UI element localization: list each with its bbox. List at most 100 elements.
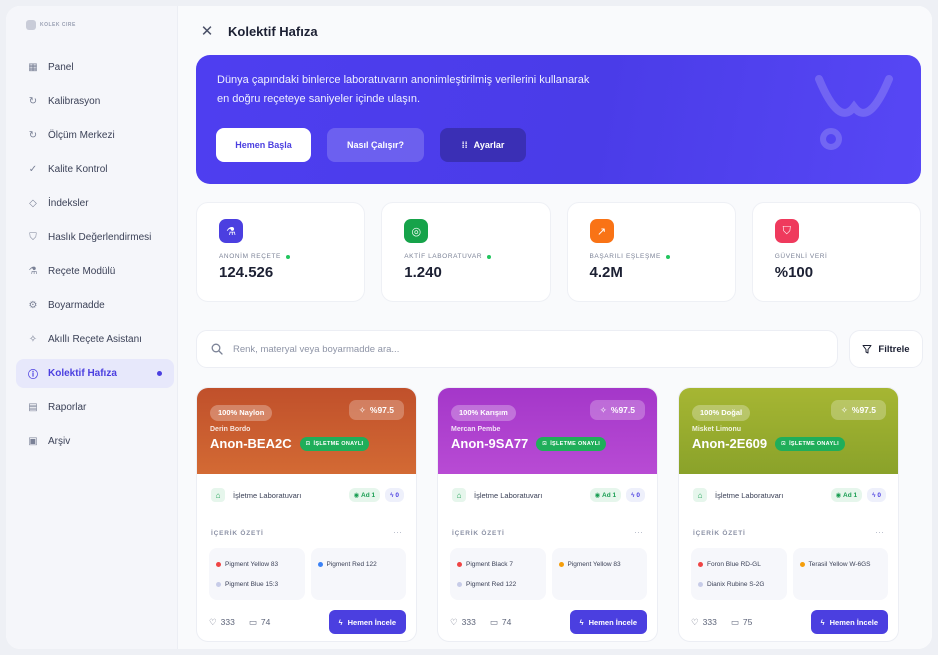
live-dot: [665, 254, 670, 259]
sidebar-item-0[interactable]: ▦ Panel: [16, 53, 174, 82]
recipe-card[interactable]: 100% Karışım ✧ %97.5 Mercan Pembe Anon-9S…: [437, 387, 658, 642]
sidebar-item-6[interactable]: ⚗ Reçete Modülü: [16, 257, 174, 286]
stat-icon: ⚗: [219, 219, 243, 243]
comments[interactable]: ▭ 75: [731, 617, 753, 628]
sidebar-item-9[interactable]: ⓘ Kolektif Hafıza: [16, 359, 174, 388]
comments-count: 75: [742, 617, 753, 627]
pigment-dot: [216, 561, 221, 567]
stat-label-row: GÜVENLİ VERİ: [775, 253, 898, 260]
comments[interactable]: ▭ 74: [490, 617, 512, 628]
match-badge: ✧ %97.5: [348, 400, 404, 420]
hero-line-1: Dünya çapındaki binlerce laboratuvarın a…: [217, 74, 590, 86]
card-title-row: Anon-BEA2C ⊡ İŞLETME ONAYLI: [210, 436, 403, 451]
pigment-box: Pigment Black 7 Pigment Red 122: [450, 548, 546, 600]
stat-label: ANONİM REÇETE: [219, 253, 281, 260]
count-tag: ϟ 0: [867, 488, 886, 502]
recipe-card[interactable]: 100% Naylon ✧ %97.5 Derin Bordo Anon-BEA2…: [196, 387, 417, 642]
pigment-item: Pigment Yellow 83: [216, 554, 298, 574]
count-tag: ϟ 0: [385, 488, 404, 502]
sidebar-item-2[interactable]: ↻ Ölçüm Merkezi: [16, 121, 174, 150]
inspect-button[interactable]: ϟ Hemen İncele: [569, 610, 647, 634]
pigment-dot: [457, 581, 462, 587]
sidebar-item-label: Panel: [48, 62, 74, 73]
pigment-name: Pigment Blue 15:3: [225, 580, 279, 588]
search-bar[interactable]: [196, 330, 838, 368]
stat-label: AKTİF LABORATUVAR: [404, 253, 483, 260]
inspect-label: Hemen İncele: [347, 617, 396, 627]
verified-label: İŞLETME ONAYLI: [550, 440, 601, 447]
active-indicator: [157, 371, 162, 376]
pigment-box: Foron Blue RD-GL Dianix Rubine S-2G: [691, 548, 787, 600]
card-footer: ♡ 333 ▭ 74 ϟ Hemen İncele: [450, 610, 647, 634]
stat-card: ⚗ ANONİM REÇETE 124.526: [196, 202, 366, 302]
pigment-name: Dianix Rubine S-2G: [707, 580, 765, 588]
page-title: Kolektif Hafıza: [228, 23, 318, 39]
sparkle-icon: ✧: [840, 404, 848, 415]
match-value: %97.5: [851, 405, 876, 415]
verified-badge: ⊡ İŞLETME ONAYLI: [299, 436, 370, 451]
bolt-icon: ϟ: [338, 617, 343, 627]
how-it-works-button[interactable]: Nasıl Çalışır?: [327, 128, 424, 162]
sparkle-icon: ✧: [358, 404, 366, 415]
inspect-button[interactable]: ϟ Hemen İncele: [810, 610, 888, 634]
pigment-box: Pigment Yellow 83: [551, 548, 647, 600]
bolt-icon: ϟ: [820, 617, 825, 627]
likes[interactable]: ♡ 333: [209, 617, 235, 628]
sidebar-item-5[interactable]: ⛉ Haslık Değerlendirmesi: [16, 223, 174, 252]
comment-icon: ▭: [489, 616, 498, 627]
likes[interactable]: ♡ 333: [691, 617, 717, 628]
color-name: Misket Limonu: [692, 426, 742, 433]
pigment-dot: [698, 561, 703, 567]
lab-row: ⌂ İşletme Laboratuvarı ◉ Ad 1 ϟ 0: [211, 488, 404, 502]
count-tag-value: 0: [395, 491, 399, 499]
inspect-button[interactable]: ϟ Hemen İncele: [328, 610, 406, 634]
comment-icon: ▭: [730, 616, 739, 627]
logo-mark: [26, 20, 36, 30]
close-icon[interactable]: ✕: [200, 22, 214, 40]
card-header: 100% Karışım ✧ %97.5 Mercan Pembe Anon-9S…: [438, 388, 657, 474]
hero-actions: Hemen Başla Nasıl Çalışır? ⁞⁞ Ayarlar: [216, 128, 526, 162]
match-badge: ✧ %97.5: [830, 400, 886, 420]
hero-banner: Dünya çapındaki binlerce laboratuvarın a…: [196, 55, 921, 184]
sidebar-item-7[interactable]: ⚙ Boyarmadde: [16, 291, 174, 320]
settings-button[interactable]: ⁞⁞ Ayarlar: [440, 128, 526, 162]
sidebar-item-11[interactable]: ▣ Arşiv: [16, 427, 174, 456]
stat-card: ⛉ GÜVENLİ VERİ %100: [751, 202, 921, 302]
stat-label-row: ANONİM REÇETE: [219, 253, 342, 260]
lab-icon: ⌂: [693, 488, 707, 502]
filter-button[interactable]: Filtrele: [849, 330, 923, 368]
sidebar-item-10[interactable]: ▤ Raporlar: [16, 393, 174, 422]
sidebar-item-label: Kolektif Hafıza: [48, 368, 117, 379]
card-header: 100% Naylon ✧ %97.5 Derin Bordo Anon-BEA2…: [197, 388, 416, 474]
pigment-item: Pigment Black 7: [457, 554, 539, 574]
recipe-card[interactable]: 100% Doğal ✧ %97.5 Misket Limonu Anon-2E6…: [678, 387, 899, 642]
sidebar-item-label: Reçete Modülü: [48, 266, 116, 277]
likes[interactable]: ♡ 333: [450, 617, 476, 628]
comments-count: 74: [260, 617, 271, 627]
pigment-summary: Pigment Black 7 Pigment Red 122 Pigment Y…: [450, 548, 647, 600]
more-icon[interactable]: ···: [393, 527, 402, 537]
start-button[interactable]: Hemen Başla: [216, 128, 311, 162]
more-icon[interactable]: ···: [875, 527, 884, 537]
hero-line-2: en doğru reçeteye saniyeler içinde ulaşı…: [217, 93, 421, 105]
comments-count: 74: [501, 617, 512, 627]
sidebar-item-4[interactable]: ◇ İndeksler: [16, 189, 174, 218]
card-footer: ♡ 333 ▭ 74 ϟ Hemen İncele: [209, 610, 406, 634]
comments[interactable]: ▭ 74: [249, 617, 271, 628]
sidebar-item-3[interactable]: ✓ Kalite Kontrol: [16, 155, 174, 184]
stat-label: GÜVENLİ VERİ: [774, 253, 828, 260]
archive-icon: ▣: [28, 436, 38, 447]
stat-value: %100: [774, 264, 814, 281]
more-icon[interactable]: ···: [634, 527, 643, 537]
heart-icon: ♡: [691, 616, 699, 627]
sidebar-item-1[interactable]: ↻ Kalibrasyon: [16, 87, 174, 116]
material-badge: 100% Karışım: [451, 405, 516, 421]
sidebar-item-8[interactable]: ✧ Akıllı Reçete Asistanı: [16, 325, 174, 354]
section-title: İÇERİK ÖZETİ: [211, 530, 264, 537]
search-input[interactable]: [233, 343, 793, 355]
card-title-row: Anon-2E609 ⊡ İŞLETME ONAYLI: [692, 436, 885, 451]
sidebar-item-label: Ölçüm Merkezi: [48, 130, 115, 141]
sparkle-icon: ✧: [599, 404, 607, 415]
material-badge: 100% Doğal: [692, 405, 751, 421]
match-value: %97.5: [610, 405, 635, 415]
